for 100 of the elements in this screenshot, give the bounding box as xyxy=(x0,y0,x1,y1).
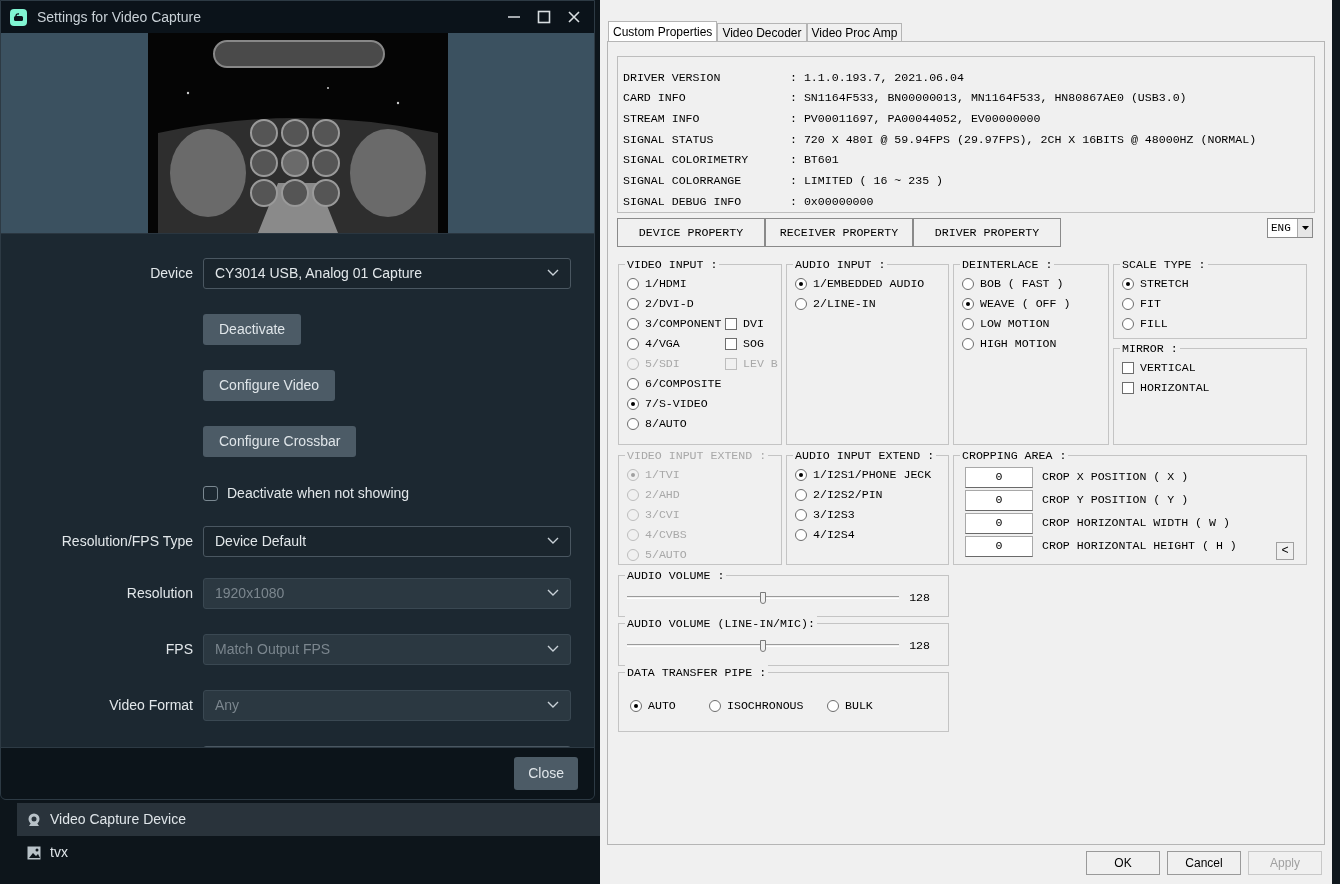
checkbox[interactable] xyxy=(725,318,737,330)
radio-button[interactable] xyxy=(1122,318,1134,330)
radio-button[interactable] xyxy=(627,338,639,350)
info-label: SIGNAL STATUS xyxy=(623,131,715,148)
radio-button[interactable] xyxy=(630,700,642,712)
info-label: STREAM INFO xyxy=(623,111,701,127)
radio-button[interactable] xyxy=(795,469,807,481)
option-label: 2/I2S2/PIN xyxy=(813,487,883,504)
option-label: FILL xyxy=(1140,316,1168,333)
dialog-button[interactable]: OK xyxy=(1086,851,1160,875)
source-item[interactable]: Video Capture Device xyxy=(17,803,600,836)
radio-button[interactable] xyxy=(627,418,639,430)
checkbox[interactable] xyxy=(203,485,218,501)
radio-button[interactable] xyxy=(827,700,839,712)
caret-icon xyxy=(1301,226,1309,230)
property-button[interactable]: DRIVER PROPERTY xyxy=(913,218,1061,247)
radio-button[interactable] xyxy=(627,378,639,390)
option-label: 1/HDMI xyxy=(645,276,687,293)
dialog-button[interactable]: Cancel xyxy=(1167,851,1241,875)
radio-button[interactable] xyxy=(627,298,639,310)
radio-button[interactable] xyxy=(962,278,974,290)
option-label: VERTICAL xyxy=(1140,360,1196,377)
radio-button[interactable] xyxy=(795,278,807,290)
crop-input[interactable]: 0 xyxy=(965,466,1033,488)
info-label: SIGNAL COLORRANGE xyxy=(623,173,743,190)
slider-track[interactable] xyxy=(627,590,899,605)
tab[interactable]: Video Proc Amp xyxy=(806,23,903,41)
option-label: HORIZONTAL xyxy=(1140,380,1210,397)
radio-button[interactable] xyxy=(795,298,807,310)
checkbox[interactable] xyxy=(1122,362,1134,374)
info-value: : PV00011697, PA00044052, EV00000000 xyxy=(790,111,1041,127)
checkbox[interactable] xyxy=(725,338,737,350)
info-value: : SN1164F533, BN00000013, MN1164F533, HN80867AE0 (USB3.0) xyxy=(790,90,1187,107)
radio-button[interactable] xyxy=(627,398,639,410)
option-label: 4/I2S4 xyxy=(813,527,855,544)
info-value: : 0x00000000 xyxy=(790,193,874,210)
window-title: Settings for Video Capture xyxy=(37,7,201,27)
radio-button[interactable] xyxy=(627,318,639,330)
crop-label: CROP HORIZONTAL HEIGHT ( H ) xyxy=(1042,538,1237,555)
tab[interactable]: Custom Properties xyxy=(608,21,718,41)
radio-button[interactable] xyxy=(709,700,721,712)
crop-input[interactable]: 0 xyxy=(965,489,1033,511)
chevron-down-icon xyxy=(547,645,559,653)
source-item[interactable]: tvx xyxy=(17,836,600,869)
option-label: 3/CVI xyxy=(645,507,680,524)
option-label: 5/SDI xyxy=(645,356,680,373)
radio-button[interactable] xyxy=(1122,278,1134,290)
slider-thumb[interactable] xyxy=(760,639,766,652)
field-label: FPS xyxy=(165,639,193,659)
volume-value: 128 xyxy=(909,590,930,606)
radio-button[interactable] xyxy=(962,338,974,350)
field-label: Video Format xyxy=(109,695,193,715)
radio-button[interactable] xyxy=(795,489,807,501)
select-field[interactable]: CY3014 USB, Analog 01 Capture xyxy=(203,257,571,289)
option-label: 1/TVI xyxy=(645,467,680,484)
action-button[interactable]: Deactivate xyxy=(203,313,302,345)
option-label: SOG xyxy=(743,336,764,353)
option-label: AUTO xyxy=(648,698,676,715)
option-label: BOB ( FAST ) xyxy=(980,276,1064,293)
crop-input[interactable]: 0 xyxy=(965,512,1033,534)
radio-button[interactable] xyxy=(795,529,807,541)
option-label: 6/COMPOSITE xyxy=(645,376,722,393)
action-button[interactable]: Configure Video xyxy=(203,369,336,401)
tab[interactable]: Video Decoder xyxy=(717,23,807,41)
radio-button[interactable] xyxy=(795,509,807,521)
select-field[interactable]: Device Default xyxy=(203,525,571,557)
slider-thumb[interactable] xyxy=(760,591,766,604)
info-label: CARD INFO xyxy=(623,90,687,107)
crop-label: CROP Y POSITION ( Y ) xyxy=(1042,492,1189,509)
crop-input[interactable]: 0 xyxy=(965,535,1033,557)
volume-value: 128 xyxy=(909,638,930,654)
info-value: : 1.1.0.193.7, 2021.06.04 xyxy=(790,69,964,86)
slider-track[interactable] xyxy=(627,638,899,653)
option-label: 1/I2S1/PHONE JECK xyxy=(813,467,932,484)
option-label: 3/COMPONENT xyxy=(645,316,722,333)
info-label: SIGNAL COLORIMETRY xyxy=(623,152,750,169)
radio-button[interactable] xyxy=(962,298,974,310)
webcam-icon xyxy=(27,812,41,827)
property-button[interactable]: RECEIVER PROPERTY xyxy=(765,218,913,247)
chevron-down-icon xyxy=(547,269,559,277)
option-label: 2/LINE-IN xyxy=(813,296,876,313)
maximize-icon[interactable] xyxy=(537,10,551,24)
scroll-button[interactable]: < xyxy=(1276,542,1294,560)
checkbox-label: Deactivate when not showing xyxy=(227,483,410,503)
option-label: 4/CVBS xyxy=(645,527,687,544)
option-label: 2/AHD xyxy=(645,487,680,504)
field-label: Resolution/FPS Type xyxy=(61,531,193,551)
radio-button[interactable] xyxy=(962,318,974,330)
radio-button[interactable] xyxy=(627,278,639,290)
radio-button[interactable] xyxy=(1122,298,1134,310)
checkbox[interactable] xyxy=(1122,382,1134,394)
close-icon[interactable] xyxy=(567,10,581,24)
action-button[interactable]: Configure Crossbar xyxy=(203,425,357,457)
image-icon xyxy=(27,845,41,860)
option-label: STRETCH xyxy=(1140,276,1189,293)
info-value: : LIMITED ( 16 ~ 235 ) xyxy=(790,173,944,190)
option-label: HIGH MOTION xyxy=(980,336,1057,353)
property-button[interactable]: DEVICE PROPERTY xyxy=(617,218,765,247)
language-select[interactable]: ENG xyxy=(1267,218,1313,238)
close-button[interactable]: Close xyxy=(514,757,578,790)
